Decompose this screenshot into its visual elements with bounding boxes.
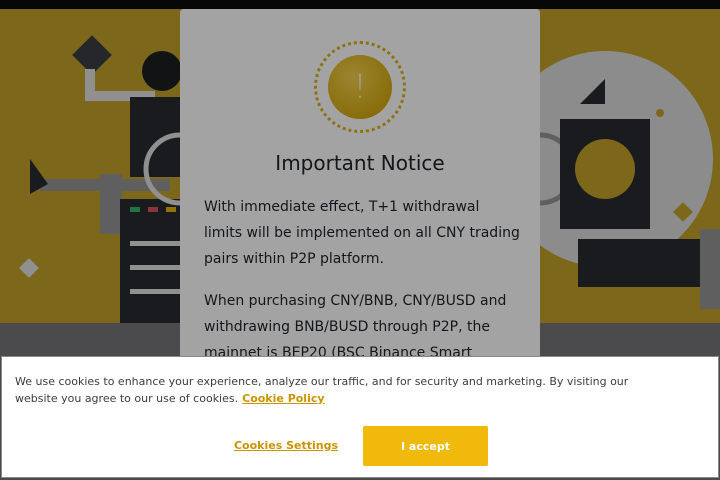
cookie-banner: We use cookies to enhance your experienc…: [1, 356, 719, 478]
modal-dim-overlay: [180, 9, 540, 369]
accept-cookies-button[interactable]: I accept: [363, 426, 488, 466]
notice-modal: ! Important Notice With immediate effect…: [180, 9, 540, 369]
cookies-settings-button[interactable]: Cookies Settings: [228, 435, 344, 457]
cookie-notice-text: We use cookies to enhance your experienc…: [15, 373, 665, 407]
cookie-policy-link[interactable]: Cookie Policy: [242, 392, 324, 405]
